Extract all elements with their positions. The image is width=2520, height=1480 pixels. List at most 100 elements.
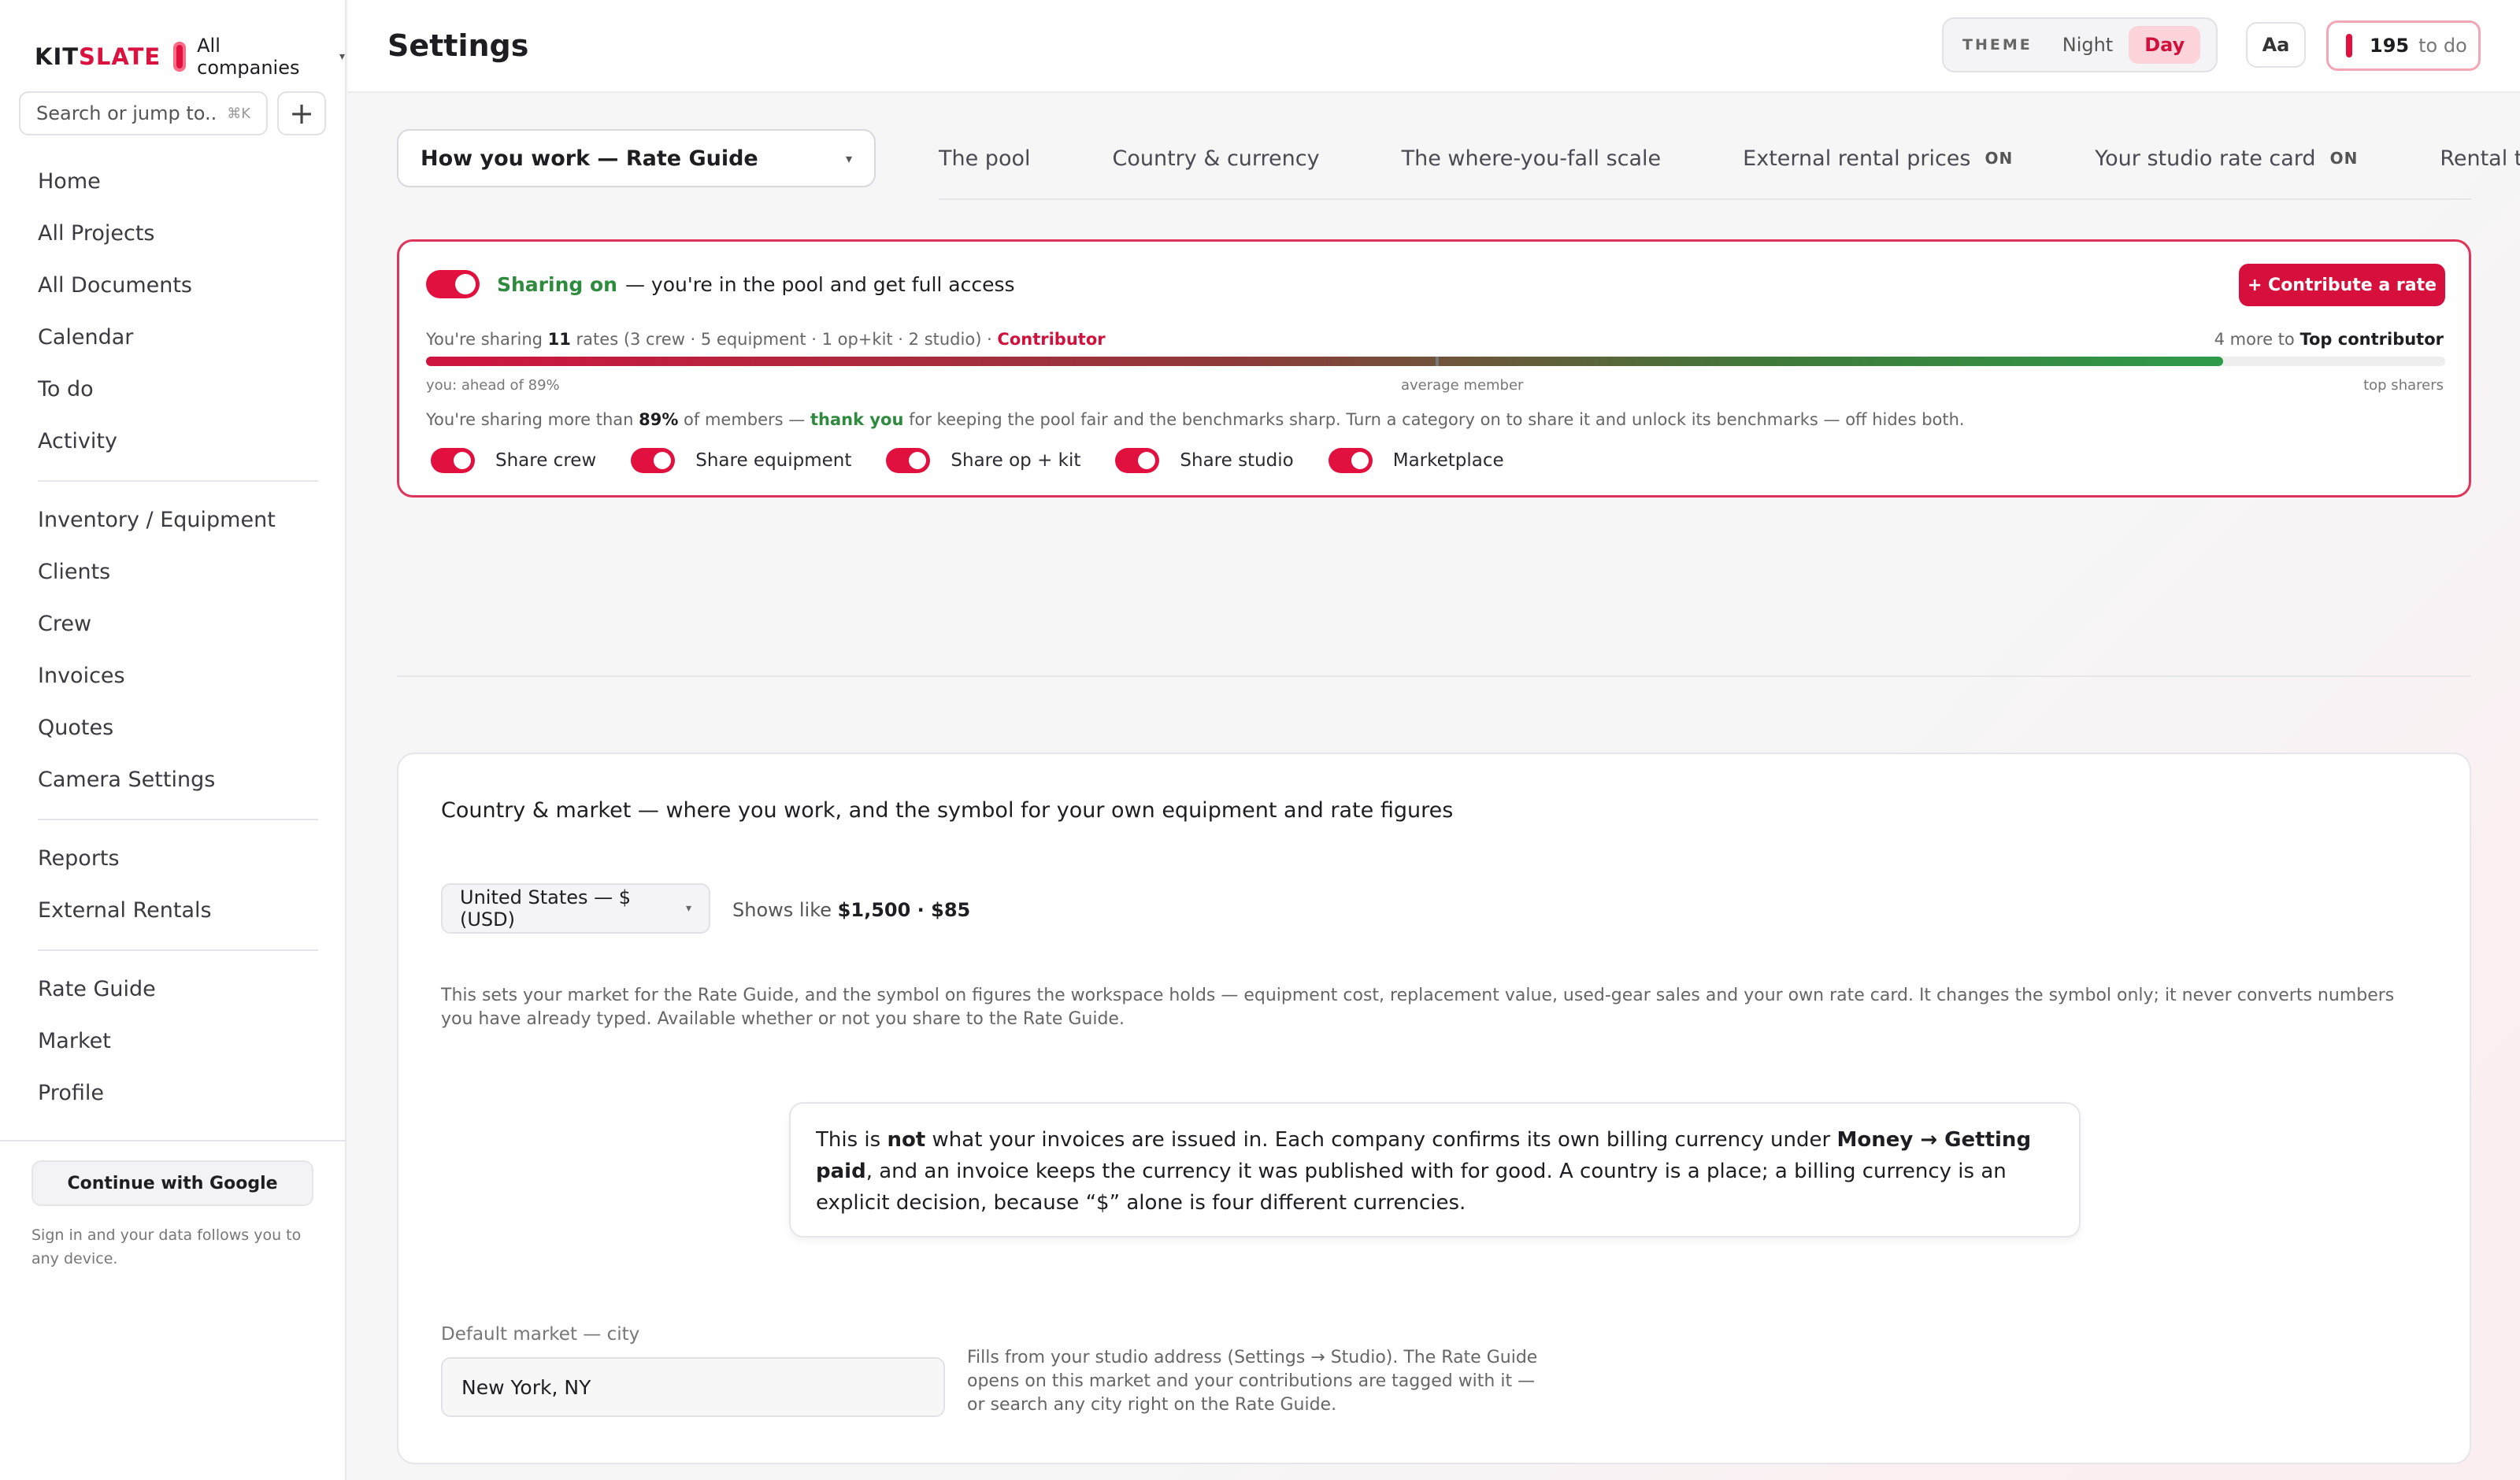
scale-top: top sharers [2363,377,2444,394]
toggle-share-equipment[interactable]: Share equipment [631,448,851,473]
theme-night-option[interactable]: Night [2047,26,2129,64]
tab-rental-terms[interactable]: Rental terms [2440,146,2520,171]
chevron-down-icon: ▾ [845,150,852,166]
desc-rest: for keeping the pool fair and the benchm… [903,410,1965,429]
sidebar-item-inventory-equipment[interactable]: Inventory / Equipment [0,494,346,546]
search-shortcut: ⌘K [227,105,250,122]
tab-your-studio-rate-card[interactable]: Your studio rate card ON [2095,146,2358,171]
scale-average: average member [1401,377,1524,394]
tab-label: The pool [939,146,1031,171]
brand-logo-prefix: KIT [35,43,80,70]
section-select-value: How you work — Rate Guide [421,146,758,171]
sidebar-item-rate-guide[interactable]: Rate Guide [0,964,346,1016]
todo-button[interactable]: 195 to do [2326,20,2481,71]
sidebar-item-to-do[interactable]: To do [0,364,346,416]
settings-tabs: The pool Country & currency The where-you-… [939,129,2520,187]
tab-the-where-you-fall-scale[interactable]: The where-you-fall scale [1402,146,1662,171]
toggle-switch[interactable] [631,448,676,473]
tab-label: Country & currency [1112,146,1320,171]
chevron-down-icon[interactable]: ▾ [339,50,345,63]
average-member-marker [1436,357,1439,366]
sharing-card: Sharing on — you're in the pool and get … [397,239,2471,498]
add-button[interactable]: + [277,91,326,135]
company-switcher[interactable]: All companies [197,35,328,79]
brand-logo[interactable]: KITSLATE [35,43,161,70]
toggle-label: Share studio [1180,450,1294,471]
tab-country-currency[interactable]: Country & currency [1112,146,1319,171]
market-description: This sets your market for the Rate Guide… [441,986,2395,1029]
sharing-toggle[interactable] [426,270,480,298]
sidebar-item-all-documents[interactable]: All Documents [0,260,346,312]
tab-label: Your studio rate card [2095,146,2316,171]
notice-part-2: what your invoices are issued in. Each c… [925,1128,1837,1152]
sidebar-item-reports[interactable]: Reports [0,833,346,885]
sidebar-item-profile[interactable]: Profile [0,1067,346,1119]
toggle-switch[interactable] [1328,448,1373,473]
toggle-switch[interactable] [1115,448,1160,473]
main-content: How you work — Rate Guide ▾ The pool Coun… [348,94,2520,1480]
city-help: Fills from your studio address (Settings… [967,1348,1538,1415]
section-select[interactable]: How you work — Rate Guide ▾ [397,129,876,187]
brand: KITSLATE All companies ▾ [35,35,345,79]
sidebar-item-market[interactable]: Market [0,1016,346,1067]
sidebar-item-home[interactable]: Home [0,156,346,208]
sidebar-item-quotes[interactable]: Quotes [0,702,346,754]
next-tier-name: Top contributor [2300,330,2444,349]
theme-label: THEME [1962,36,2033,54]
search-input[interactable] [36,102,217,124]
toggle-share-op-kit[interactable]: Share op + kit [886,448,1080,473]
shows-like-prefix: Shows like [732,899,838,921]
sidebar-item-crew[interactable]: Crew [0,598,346,650]
toggle-switch[interactable] [431,448,475,473]
todo-count: 195 [2370,35,2410,57]
toggle-switch[interactable] [886,448,931,473]
sidebar-divider [38,949,318,951]
sidebar-item-camera-settings[interactable]: Camera Settings [0,754,346,806]
tab-the-pool[interactable]: The pool [939,146,1030,171]
font-size-button[interactable]: Aa [2246,22,2306,68]
continue-with-google-button[interactable]: Continue with Google [32,1160,313,1206]
search-box[interactable]: ⌘K [19,91,268,135]
chevron-down-icon: ▾ [685,902,691,915]
topbar: Settings THEME Night Day Aa 195 to do [348,0,2520,93]
notice-part-1: This is [816,1128,888,1152]
toggle-marketplace[interactable]: Marketplace [1328,448,1504,473]
theme-day-option[interactable]: Day [2129,26,2201,64]
category-toggles: Share crew Share equipment Share op + kit S… [431,448,1539,473]
sidebar-item-clients[interactable]: Clients [0,546,346,598]
desc-thanks: thank you [810,410,904,429]
sharing-stats: You're sharing 11 rates (3 crew · 5 equi… [426,330,1106,349]
toggle-label: Share op + kit [951,450,1081,471]
country-select[interactable]: United States — $ (USD) ▾ [441,883,710,934]
todo-label: to do [2418,35,2467,57]
billing-currency-notice: This is not what your invoices are issue… [789,1102,2081,1238]
sidebar-item-all-projects[interactable]: All Projects [0,208,346,260]
sidebar-item-invoices[interactable]: Invoices [0,650,346,702]
sidebar-divider [38,819,318,820]
country-market-card: Country & market — where you work, and t… [397,753,2471,1464]
sharing-header: Sharing on — you're in the pool and get … [426,270,1015,298]
google-note: Sign in and your data follows you to any… [32,1227,302,1267]
page-title: Settings [387,28,529,63]
section-divider [397,675,2471,677]
shows-like-value: $1,500 · $85 [837,899,971,921]
stats-prefix: You're sharing [426,330,548,349]
sharing-progress-bar [426,357,2445,366]
notice-part-3: , and an invoice keeps the currency it w… [816,1160,2007,1215]
toggle-label: Marketplace [1392,450,1504,471]
stats-breakdown: rates (3 crew · 5 equipment · 1 op+kit ·… [570,330,998,349]
sidebar-item-activity[interactable]: Activity [0,416,346,468]
tab-status-badge: ON [1984,149,2014,168]
default-city-input[interactable] [441,1357,945,1417]
toggle-share-crew[interactable]: Share crew [431,448,596,473]
contribute-rate-button[interactable]: + Contribute a rate [2239,264,2445,306]
sidebar-item-external-rentals[interactable]: External Rentals [0,885,346,937]
stats-count: 11 [547,330,571,349]
desc-mid: of members — [678,410,810,429]
toggle-share-studio[interactable]: Share studio [1115,448,1294,473]
sidebar-item-calendar[interactable]: Calendar [0,312,346,364]
sharing-status: Sharing on [497,272,617,296]
tab-external-rental-prices[interactable]: External rental prices ON [1743,146,2013,171]
city-label: Default market — city [441,1324,640,1345]
sharing-status-detail: — you're in the pool and get full access [624,272,1015,296]
